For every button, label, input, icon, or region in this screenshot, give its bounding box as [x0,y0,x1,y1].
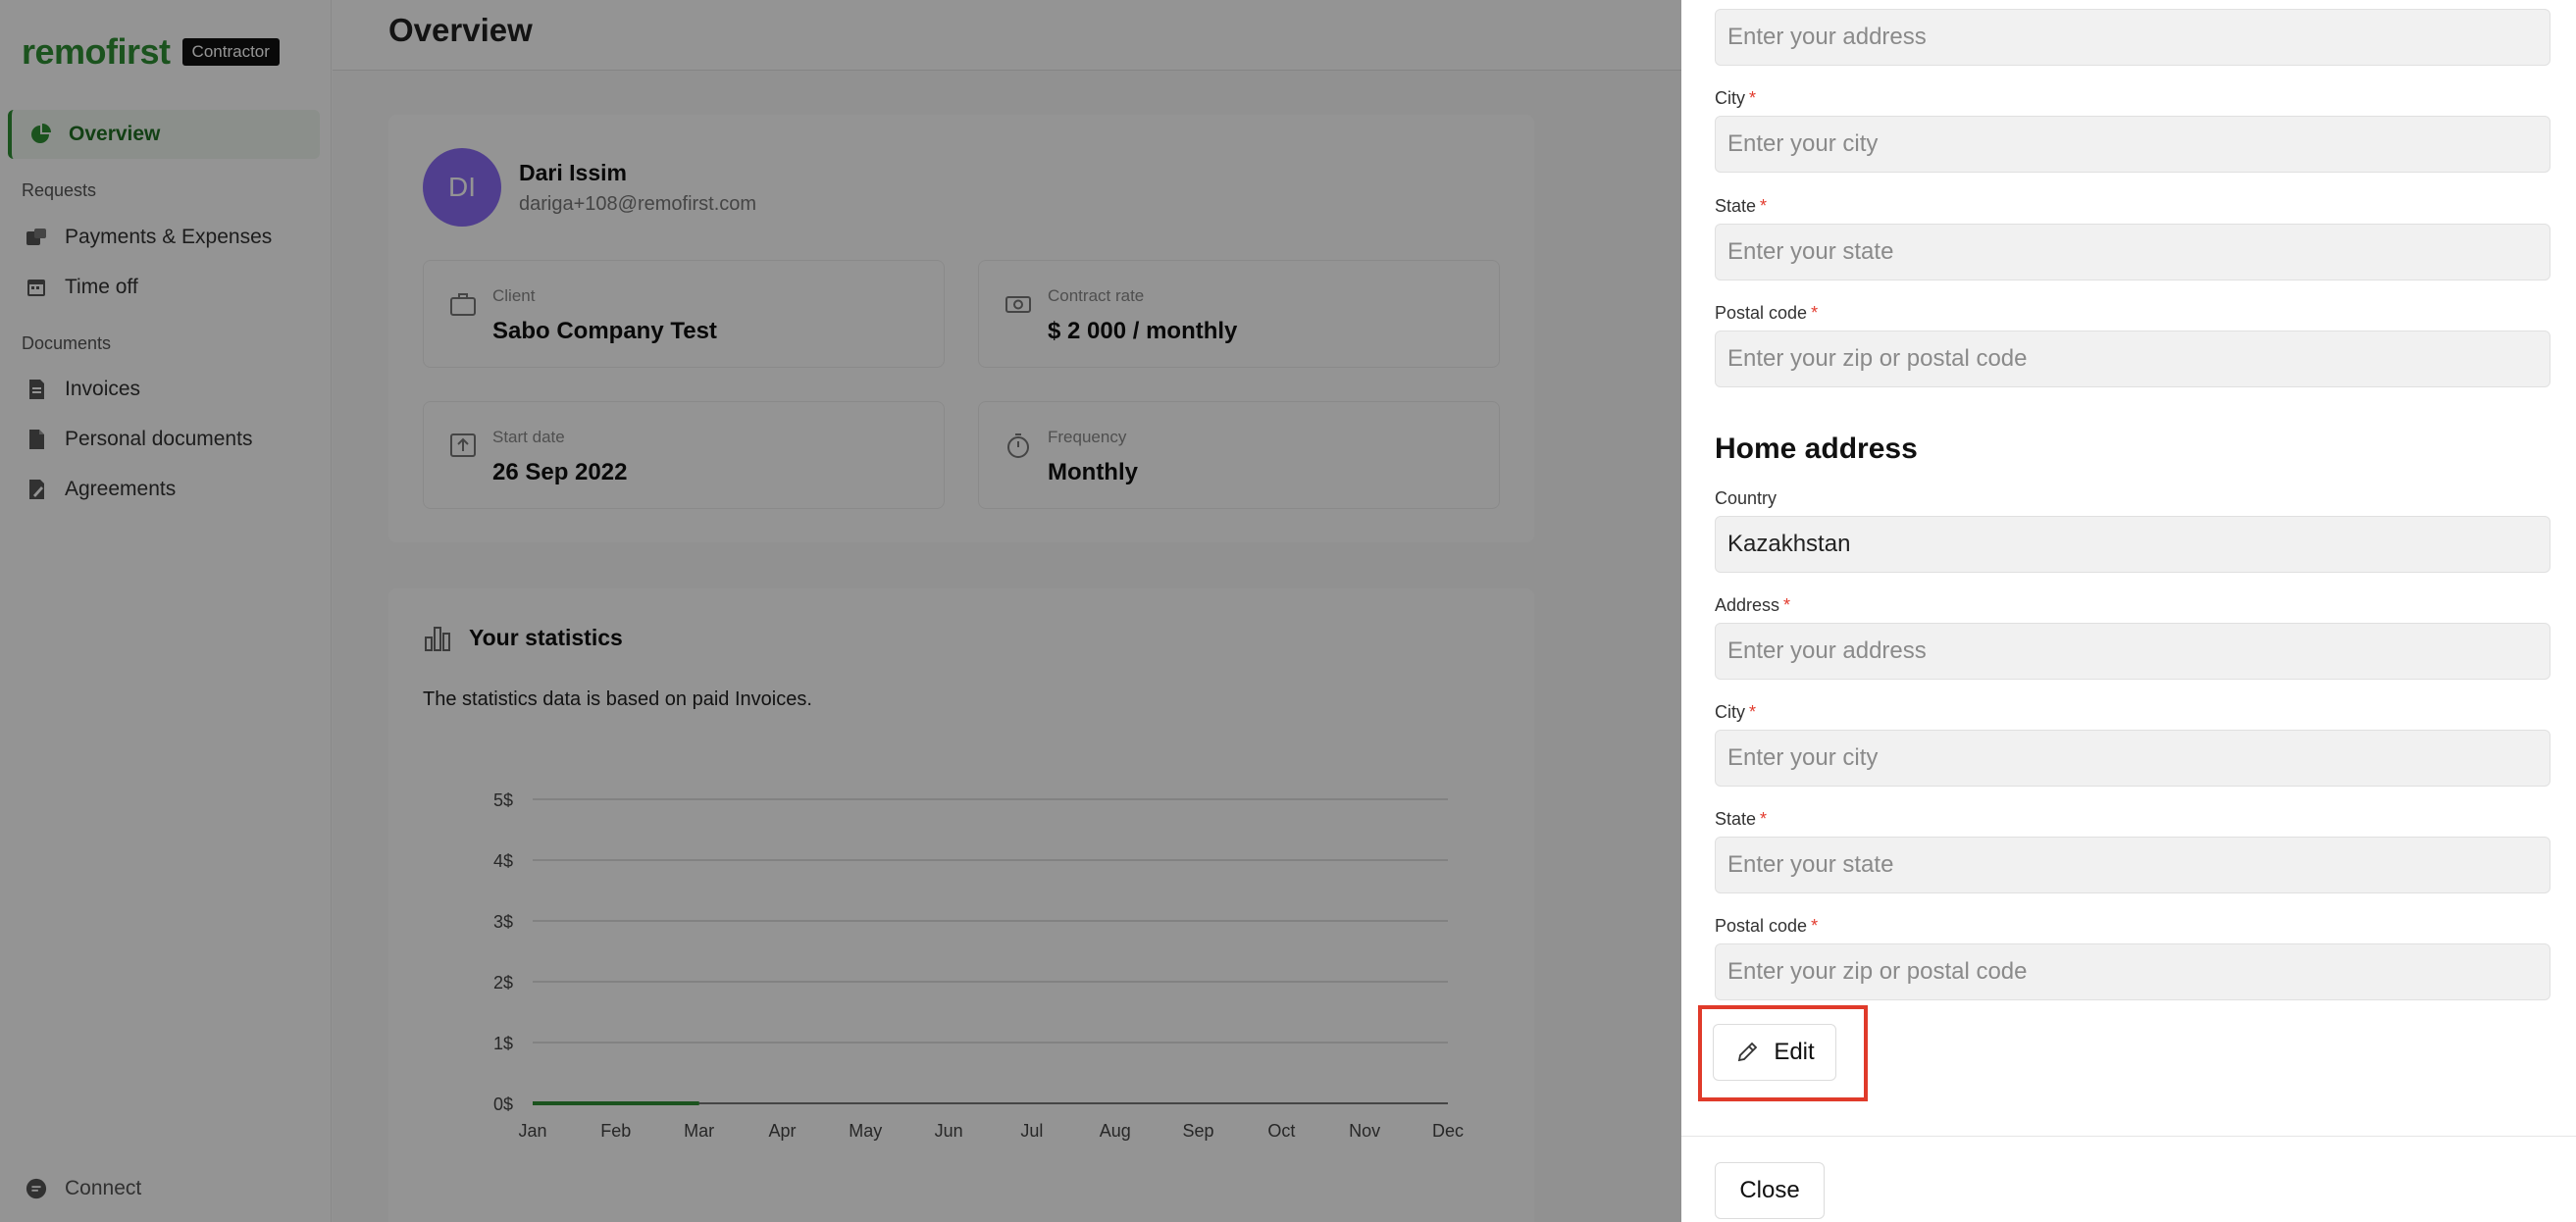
home-address-title: Home address [1715,433,1918,465]
mailing-postal-input[interactable] [1715,331,2550,387]
home-state-input[interactable] [1715,837,2550,893]
home-city-input[interactable] [1715,730,2550,787]
mailing-city-label: City * [1715,88,1757,108]
home-country-label: Country [1715,488,1777,508]
home-city-label: City * [1715,702,1757,722]
home-address-input[interactable] [1715,623,2550,680]
required-mark: * [1811,303,1819,323]
required-mark: * [1811,916,1819,936]
home-postal-input[interactable] [1715,943,2550,1000]
required-mark: * [1749,88,1757,108]
close-button[interactable]: Close [1715,1162,1825,1219]
required-mark: * [1760,196,1768,216]
mailing-postal-label: Postal code * [1715,303,1819,323]
edit-button[interactable]: Edit [1713,1024,1836,1081]
drawer-footer: Close [1681,1136,2576,1222]
mailing-address-input[interactable] [1715,9,2550,66]
mailing-city-input[interactable] [1715,116,2550,173]
edit-button-label: Edit [1774,1039,1815,1065]
required-mark: * [1749,702,1757,722]
mailing-state-input[interactable] [1715,224,2550,280]
mailing-state-label: State * [1715,196,1768,216]
home-address-label: Address * [1715,595,1791,615]
required-mark: * [1760,809,1768,829]
home-postal-label: Postal code * [1715,916,1819,936]
home-country-input[interactable] [1715,516,2550,573]
home-state-label: State * [1715,809,1768,829]
modal-backdrop[interactable] [0,0,1681,1222]
address-drawer: City* State* Postal code* Home address C… [1681,0,2576,1222]
pencil-icon [1738,1042,1758,1062]
required-mark: * [1783,595,1791,615]
